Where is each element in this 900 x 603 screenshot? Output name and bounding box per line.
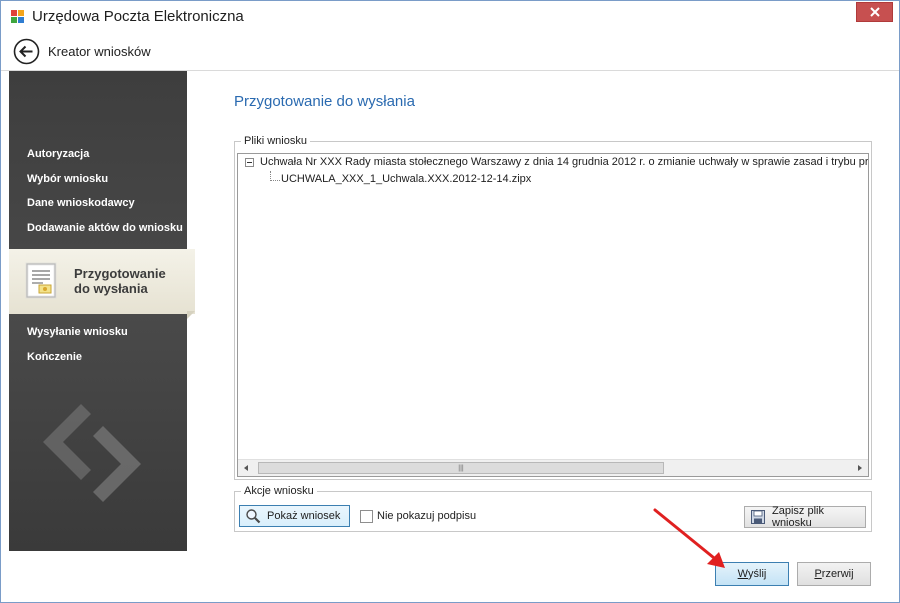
send-mnemonic: W xyxy=(737,568,749,580)
active-step-pointer-icon xyxy=(187,311,195,319)
scroll-left-button[interactable] xyxy=(238,460,255,476)
wizard-steps-sidebar: Autoryzacja Wybór wniosku Dane wnioskoda… xyxy=(9,71,195,551)
section-title: Przygotowanie do wysłania xyxy=(234,93,415,110)
step-finishing[interactable]: Kończenie xyxy=(27,351,82,363)
save-file-button[interactable]: Zapisz plik wniosku xyxy=(744,505,866,529)
tree-connector-horizontal xyxy=(270,180,280,181)
scroll-right-icon xyxy=(858,465,862,471)
show-application-button[interactable]: Pokaż wniosek xyxy=(239,505,350,527)
hide-signature-label[interactable]: Nie pokazuj podpisu xyxy=(377,510,476,522)
app-logo-icon xyxy=(11,10,25,24)
back-button[interactable] xyxy=(13,38,40,65)
collapse-toggle-icon[interactable] xyxy=(245,158,254,167)
show-application-label: Pokaż wniosek xyxy=(267,510,341,522)
files-group-legend: Pliki wniosku xyxy=(244,135,307,147)
step-applicant-data[interactable]: Dane wnioskodawcy xyxy=(27,197,135,209)
horizontal-scrollbar[interactable]: ||| xyxy=(238,459,868,476)
scroll-thumb[interactable]: ||| xyxy=(258,462,664,474)
window-title: Urzędowa Poczta Elektroniczna xyxy=(32,8,244,25)
cancel-mnemonic: P xyxy=(814,568,822,580)
floppy-disk-icon xyxy=(751,510,765,524)
scroll-left-icon xyxy=(244,465,248,471)
step-add-acts[interactable]: Dodawanie aktów do wniosku xyxy=(27,222,183,234)
tree-file-item[interactable]: UCHWALA_XXX_1_Uchwala.XXX.2012-12-14.zip… xyxy=(281,173,531,185)
close-icon xyxy=(869,7,880,17)
cancel-button[interactable]: Przerwij xyxy=(797,562,871,586)
title-bar: Urzędowa Poczta Elektroniczna xyxy=(1,1,899,31)
files-tree[interactable]: Uchwała Nr XXX Rady miasta stołecznego W… xyxy=(237,153,869,477)
cancel-label-rest: rzerwij xyxy=(821,568,854,580)
wizard-title: Kreator wniosków xyxy=(48,44,151,59)
step-choose-application[interactable]: Wybór wniosku xyxy=(27,173,108,185)
send-button[interactable]: Wyślij xyxy=(715,562,789,586)
actions-group-legend: Akcje wniosku xyxy=(244,485,314,497)
tree-root-item[interactable]: Uchwała Nr XXX Rady miasta stołecznego W… xyxy=(260,156,868,168)
brackets-logo-icon xyxy=(43,404,141,502)
back-arrow-icon xyxy=(13,38,40,65)
wizard-header: Kreator wniosków xyxy=(1,31,899,71)
scroll-right-button[interactable] xyxy=(851,460,868,476)
step-authorization[interactable]: Autoryzacja xyxy=(27,148,89,160)
step-prepare-line2: do wysłania xyxy=(74,281,148,296)
step-prepare-label: Przygotowanie do wysłania xyxy=(74,266,184,296)
step-prepare-to-send[interactable]: Przygotowanie do wysłania xyxy=(9,249,195,314)
save-file-label: Zapisz plik wniosku xyxy=(772,505,824,529)
hide-signature-checkbox[interactable] xyxy=(360,510,373,523)
app-window: Urzędowa Poczta Elektroniczna Kreator wn… xyxy=(0,0,900,603)
step-prepare-line1: Przygotowanie xyxy=(74,266,166,281)
scroll-grip-icon: ||| xyxy=(458,464,464,472)
magnifier-icon xyxy=(246,509,261,524)
send-label-rest: yślij xyxy=(748,568,767,580)
close-button[interactable] xyxy=(856,2,893,22)
step-sending[interactable]: Wysyłanie wniosku xyxy=(27,326,128,338)
document-certificate-icon xyxy=(25,262,57,299)
